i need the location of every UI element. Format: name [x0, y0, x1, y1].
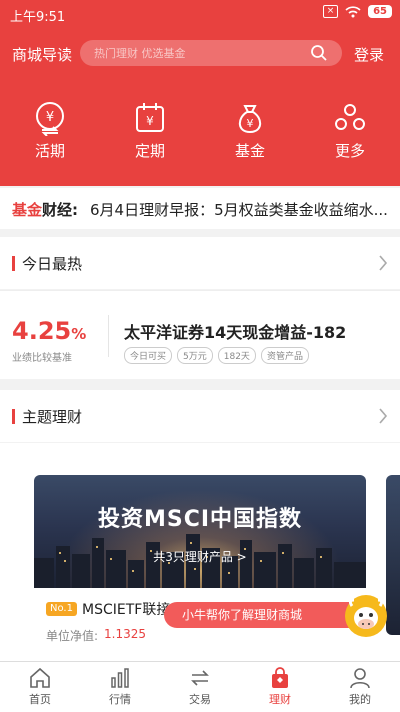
divider [108, 315, 109, 357]
wealth-bag-icon [272, 667, 288, 688]
wifi-icon [345, 5, 361, 17]
product-tags: 今日可买 5万元 182天 资管产品 [124, 347, 309, 364]
tab-label: 行情 [109, 693, 131, 706]
product-name: 太平洋证券14天现金增益-182 [124, 323, 347, 342]
news-headline: 6月4日理财早报：5月权益类基金收益缩水... [90, 201, 388, 219]
tab-market[interactable]: 行情 [80, 666, 160, 707]
section-marker [12, 256, 15, 271]
nav-label: 单位净值: [46, 629, 99, 643]
tab-label: 我的 [349, 693, 371, 706]
exchange-icon [191, 670, 209, 686]
tab-mine[interactable]: 我的 [320, 666, 400, 707]
rate-label: 业绩比较基准 [12, 353, 72, 364]
cow-mascot-icon[interactable] [344, 594, 388, 638]
quick-item-label: 更多 [334, 142, 365, 160]
news-ticker[interactable]: 基金 财经: 6月4日理财早报：5月权益类基金收益缩水... [0, 188, 400, 229]
svg-text:¥: ¥ [146, 114, 154, 128]
quick-item-more[interactable]: 更多 [310, 100, 390, 161]
assistant-bubble[interactable]: 小牛帮你了解理财商城 [164, 602, 350, 628]
banner-title: 投资MSCI中国指数 [97, 507, 303, 532]
status-bar: 上午9:51 × 65 [0, 0, 400, 28]
status-time: 上午9:51 [10, 10, 66, 25]
product-tag: 今日可买 [124, 347, 173, 364]
quick-item-label: 定期 [134, 142, 165, 160]
nav-value: 1.1325 [104, 627, 146, 641]
calendar-yen-icon: ¥ [136, 103, 164, 132]
header: 商城导读 热门理财 优选基金 登录 [0, 28, 400, 78]
search-icon[interactable] [310, 44, 328, 62]
money-bag-icon: ¥ [238, 105, 262, 134]
chevron-right-icon[interactable] [378, 408, 388, 424]
fund-name: MSCIETF联接 [82, 602, 171, 618]
search-placeholder: 热门理财 优选基金 [94, 47, 186, 60]
rate-unit: % [71, 325, 87, 343]
news-tag-fund: 基金 [12, 201, 43, 219]
bottom-tab-bar: 首页 行情 交易 理财 我的 [0, 661, 400, 712]
tab-wealth[interactable]: 理财 [240, 666, 320, 707]
product-tag: 5万元 [177, 347, 213, 364]
section-title: 今日最热 [22, 255, 83, 273]
theme-banner[interactable]: 投资MSCI中国指数 共3只理财产品 > [34, 475, 366, 588]
banner-subtitle[interactable]: 共3只理财产品 > [34, 548, 366, 565]
more-circles-icon [335, 104, 365, 130]
theme-carousel: 投资MSCI中国指数 共3只理财产品 > No.1 MSCIETF联接 单位净值… [0, 443, 400, 661]
svg-text:¥: ¥ [46, 110, 54, 125]
sim-icon: × [323, 5, 339, 18]
quick-item-label: 基金 [234, 142, 265, 160]
section-today-hot[interactable]: 今日最热 [0, 237, 400, 289]
section-marker [12, 409, 15, 424]
chart-icon [111, 668, 129, 688]
chevron-right-icon[interactable] [378, 255, 388, 271]
mall-guide-link[interactable]: 商城导读 [12, 44, 72, 65]
login-button[interactable]: 登录 [354, 44, 384, 65]
rate-number: 4.25 [12, 317, 72, 345]
home-icon [30, 667, 50, 688]
product-tag: 182天 [217, 347, 256, 364]
svg-text:¥: ¥ [247, 117, 254, 130]
tab-label: 理财 [269, 693, 291, 706]
search-bar[interactable]: 热门理财 优选基金 [80, 40, 342, 66]
battery-indicator: 65 [368, 5, 392, 18]
section-title: 主题理财 [22, 408, 83, 426]
tab-home[interactable]: 首页 [0, 666, 80, 707]
tab-trade[interactable]: 交易 [160, 666, 240, 707]
rate-value: 4.25% [12, 317, 86, 345]
quick-item-fixed[interactable]: ¥ 定期 [110, 100, 190, 161]
quick-item-current[interactable]: ¥ 活期 [10, 100, 90, 161]
currency-transfer-icon: ¥ [36, 102, 64, 136]
next-theme-card[interactable] [386, 475, 400, 635]
user-icon [350, 668, 370, 689]
tab-label: 交易 [189, 693, 211, 706]
news-tag-finance: 财经: [42, 201, 78, 219]
quick-menu: ¥ 活期 ¥ 定期 ¥ 基金 更多 [0, 78, 400, 186]
hot-product-card[interactable]: 4.25% 业绩比较基准 太平洋证券14天现金增益-182 今日可买 5万元 1… [0, 290, 400, 379]
product-tag: 资管产品 [260, 347, 309, 364]
quick-item-label: 活期 [34, 142, 65, 160]
section-theme[interactable]: 主题理财 [0, 390, 400, 442]
quick-item-fund[interactable]: ¥ 基金 [210, 100, 290, 161]
tab-label: 首页 [29, 693, 51, 706]
rank-badge: No.1 [46, 602, 77, 616]
